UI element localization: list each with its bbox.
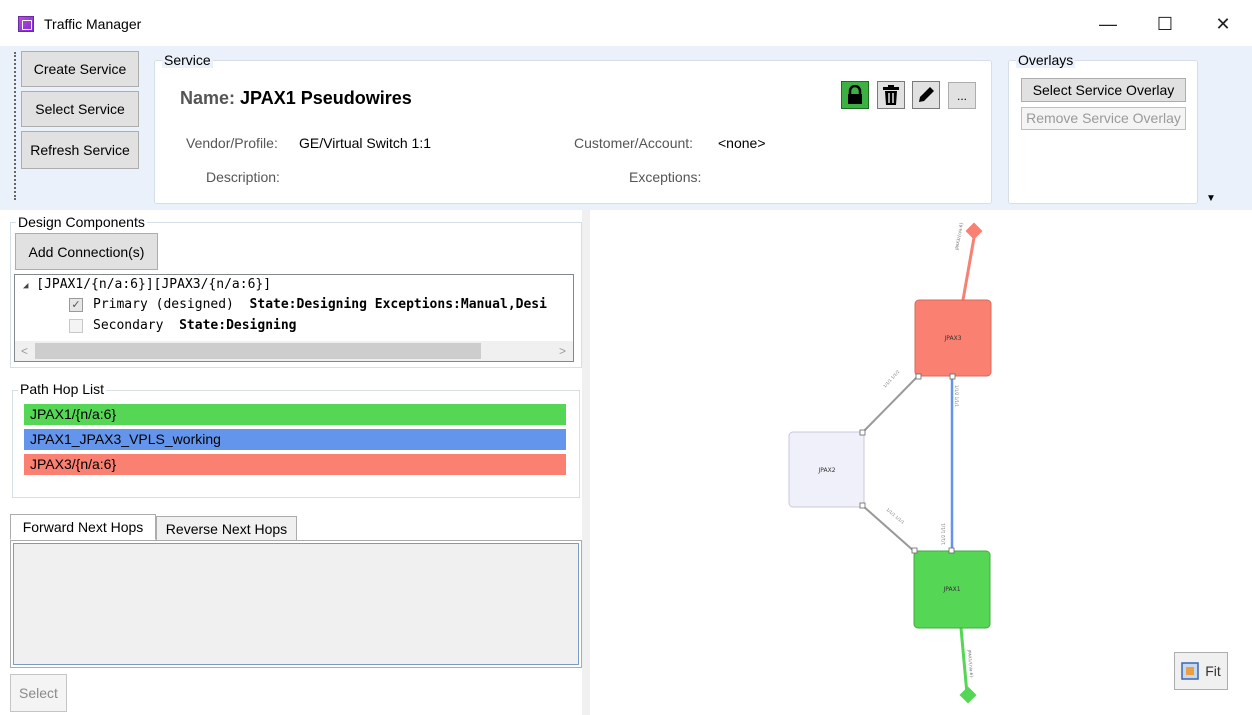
maximize-icon[interactable]: ☐	[1150, 12, 1180, 36]
primary-checkbox[interactable]: ✓	[69, 298, 83, 312]
overlays-group-title: Overlays	[1016, 52, 1076, 68]
tab-reverse-next-hops[interactable]: Reverse Next Hops	[156, 516, 297, 542]
port-handle[interactable]	[948, 547, 955, 554]
service-group-title: Service	[162, 52, 213, 68]
jpax3-endpoint-link[interactable]	[961, 231, 977, 301]
create-service-button[interactable]: Create Service	[21, 51, 139, 87]
fit-button[interactable]: Fit	[1174, 652, 1228, 690]
toolbar-overflow-icon[interactable]: ▼	[1206, 193, 1216, 204]
port-handle[interactable]	[915, 373, 922, 380]
link-port-label: 1/1/2 1/1/1	[941, 523, 946, 545]
scrollbar-thumb[interactable]	[35, 343, 481, 359]
vendor-profile-label: Vendor/Profile:	[186, 135, 278, 151]
trash-icon[interactable]	[877, 81, 905, 109]
select-service-overlay-button[interactable]: Select Service Overlay	[1021, 78, 1186, 102]
node-jpax2-label: JPAX2	[817, 467, 835, 474]
scroll-left-icon[interactable]: <	[21, 344, 28, 358]
next-hops-list[interactable]	[13, 543, 579, 665]
topology-graph[interactable]: JPAX3/{n/a:6} JPAX1/{n/a:6} 1/1/1 1/1/2 …	[590, 210, 1252, 715]
scroll-right-icon[interactable]: >	[559, 344, 566, 358]
jpax2-jpax3-link[interactable]	[862, 375, 919, 433]
secondary-detail: State:Designing	[179, 318, 297, 333]
name-label: Name:	[180, 88, 236, 108]
window-title: Traffic Manager	[44, 16, 142, 32]
secondary-connection-row[interactable]: Secondary State:Designing	[93, 318, 297, 333]
toolbar-grip[interactable]	[14, 52, 18, 200]
link-port-label: 1/1/1 1/1/1	[885, 507, 905, 525]
connection-tree[interactable]: ◢ [JPAX1/{n/a:6}][JPAX3/{n/a:6}] ✓ Prima…	[14, 274, 574, 362]
link-port-label: 1/1/2 1/1/1	[954, 385, 959, 407]
add-connections-button[interactable]: Add Connection(s)	[15, 233, 158, 270]
tree-root[interactable]: ◢ [JPAX1/{n/a:6}][JPAX3/{n/a:6}]	[23, 277, 271, 292]
path-hop-item[interactable]: JPAX3/{n/a:6}	[24, 454, 566, 475]
tab-forward-next-hops[interactable]: Forward Next Hops	[10, 514, 156, 540]
primary-detail: State:Designing Exceptions:Manual,Desi	[249, 297, 547, 312]
name-value: JPAX1 Pseudowires	[240, 88, 412, 108]
design-components-title: Design Components	[16, 214, 147, 230]
description-label: Description:	[206, 169, 280, 185]
port-handle[interactable]	[949, 373, 956, 380]
primary-label: Primary (designed)	[93, 297, 234, 312]
remove-service-overlay-button: Remove Service Overlay	[1021, 107, 1186, 130]
exceptions-label: Exceptions:	[629, 169, 702, 185]
customer-account-value: <none>	[718, 135, 766, 151]
select-button: Select	[10, 674, 67, 712]
secondary-checkbox[interactable]	[69, 319, 83, 333]
jpax3-endpoint-diamond[interactable]	[965, 222, 983, 240]
port-handle[interactable]	[859, 502, 866, 509]
jpax1-endpoint-diamond[interactable]	[959, 686, 977, 704]
customer-account-label: Customer/Account:	[574, 135, 694, 151]
splitter[interactable]	[582, 210, 590, 715]
lock-icon[interactable]	[841, 81, 869, 109]
app-icon	[18, 16, 34, 32]
path-hop-item[interactable]: JPAX1_JPAX3_VPLS_working	[24, 429, 566, 450]
path-hop-list-title: Path Hop List	[18, 381, 107, 397]
tree-root-label: [JPAX1/{n/a:6}][JPAX3/{n/a:6}]	[36, 277, 272, 292]
minimize-icon[interactable]: —	[1093, 12, 1123, 36]
jpax3-endpoint-link-label: JPAX3/{n/a:6}	[954, 221, 964, 251]
fit-icon	[1181, 662, 1199, 680]
port-handle[interactable]	[859, 429, 866, 436]
jpax1-endpoint-link-label: JPAX1/{n/a:6}	[967, 649, 975, 679]
fit-label: Fit	[1205, 663, 1221, 679]
primary-connection-row[interactable]: Primary (designed) State:Designing Excep…	[93, 297, 547, 312]
node-jpax1-label: JPAX1	[942, 586, 960, 593]
close-icon[interactable]: ✕	[1208, 12, 1238, 36]
title-bar	[0, 0, 1252, 46]
horizontal-scrollbar[interactable]: < >	[15, 341, 573, 361]
service-name: Name: JPAX1 Pseudowires	[180, 88, 412, 109]
select-service-button[interactable]: Select Service	[21, 91, 139, 127]
jpax1-endpoint-link[interactable]	[959, 627, 969, 695]
edit-pencil-icon[interactable]	[912, 81, 940, 109]
more-options-button[interactable]: ...	[948, 82, 976, 109]
link-port-label: 1/1/1 1/1/2	[882, 369, 901, 389]
vendor-profile-value: GE/Virtual Switch 1:1	[299, 135, 432, 151]
secondary-label: Secondary	[93, 318, 164, 333]
node-jpax3-label: JPAX3	[943, 335, 961, 342]
port-handle[interactable]	[911, 547, 918, 554]
expand-collapse-icon[interactable]: ◢	[23, 281, 28, 291]
path-hop-item[interactable]: JPAX1/{n/a:6}	[24, 404, 566, 425]
refresh-service-button[interactable]: Refresh Service	[21, 131, 139, 169]
